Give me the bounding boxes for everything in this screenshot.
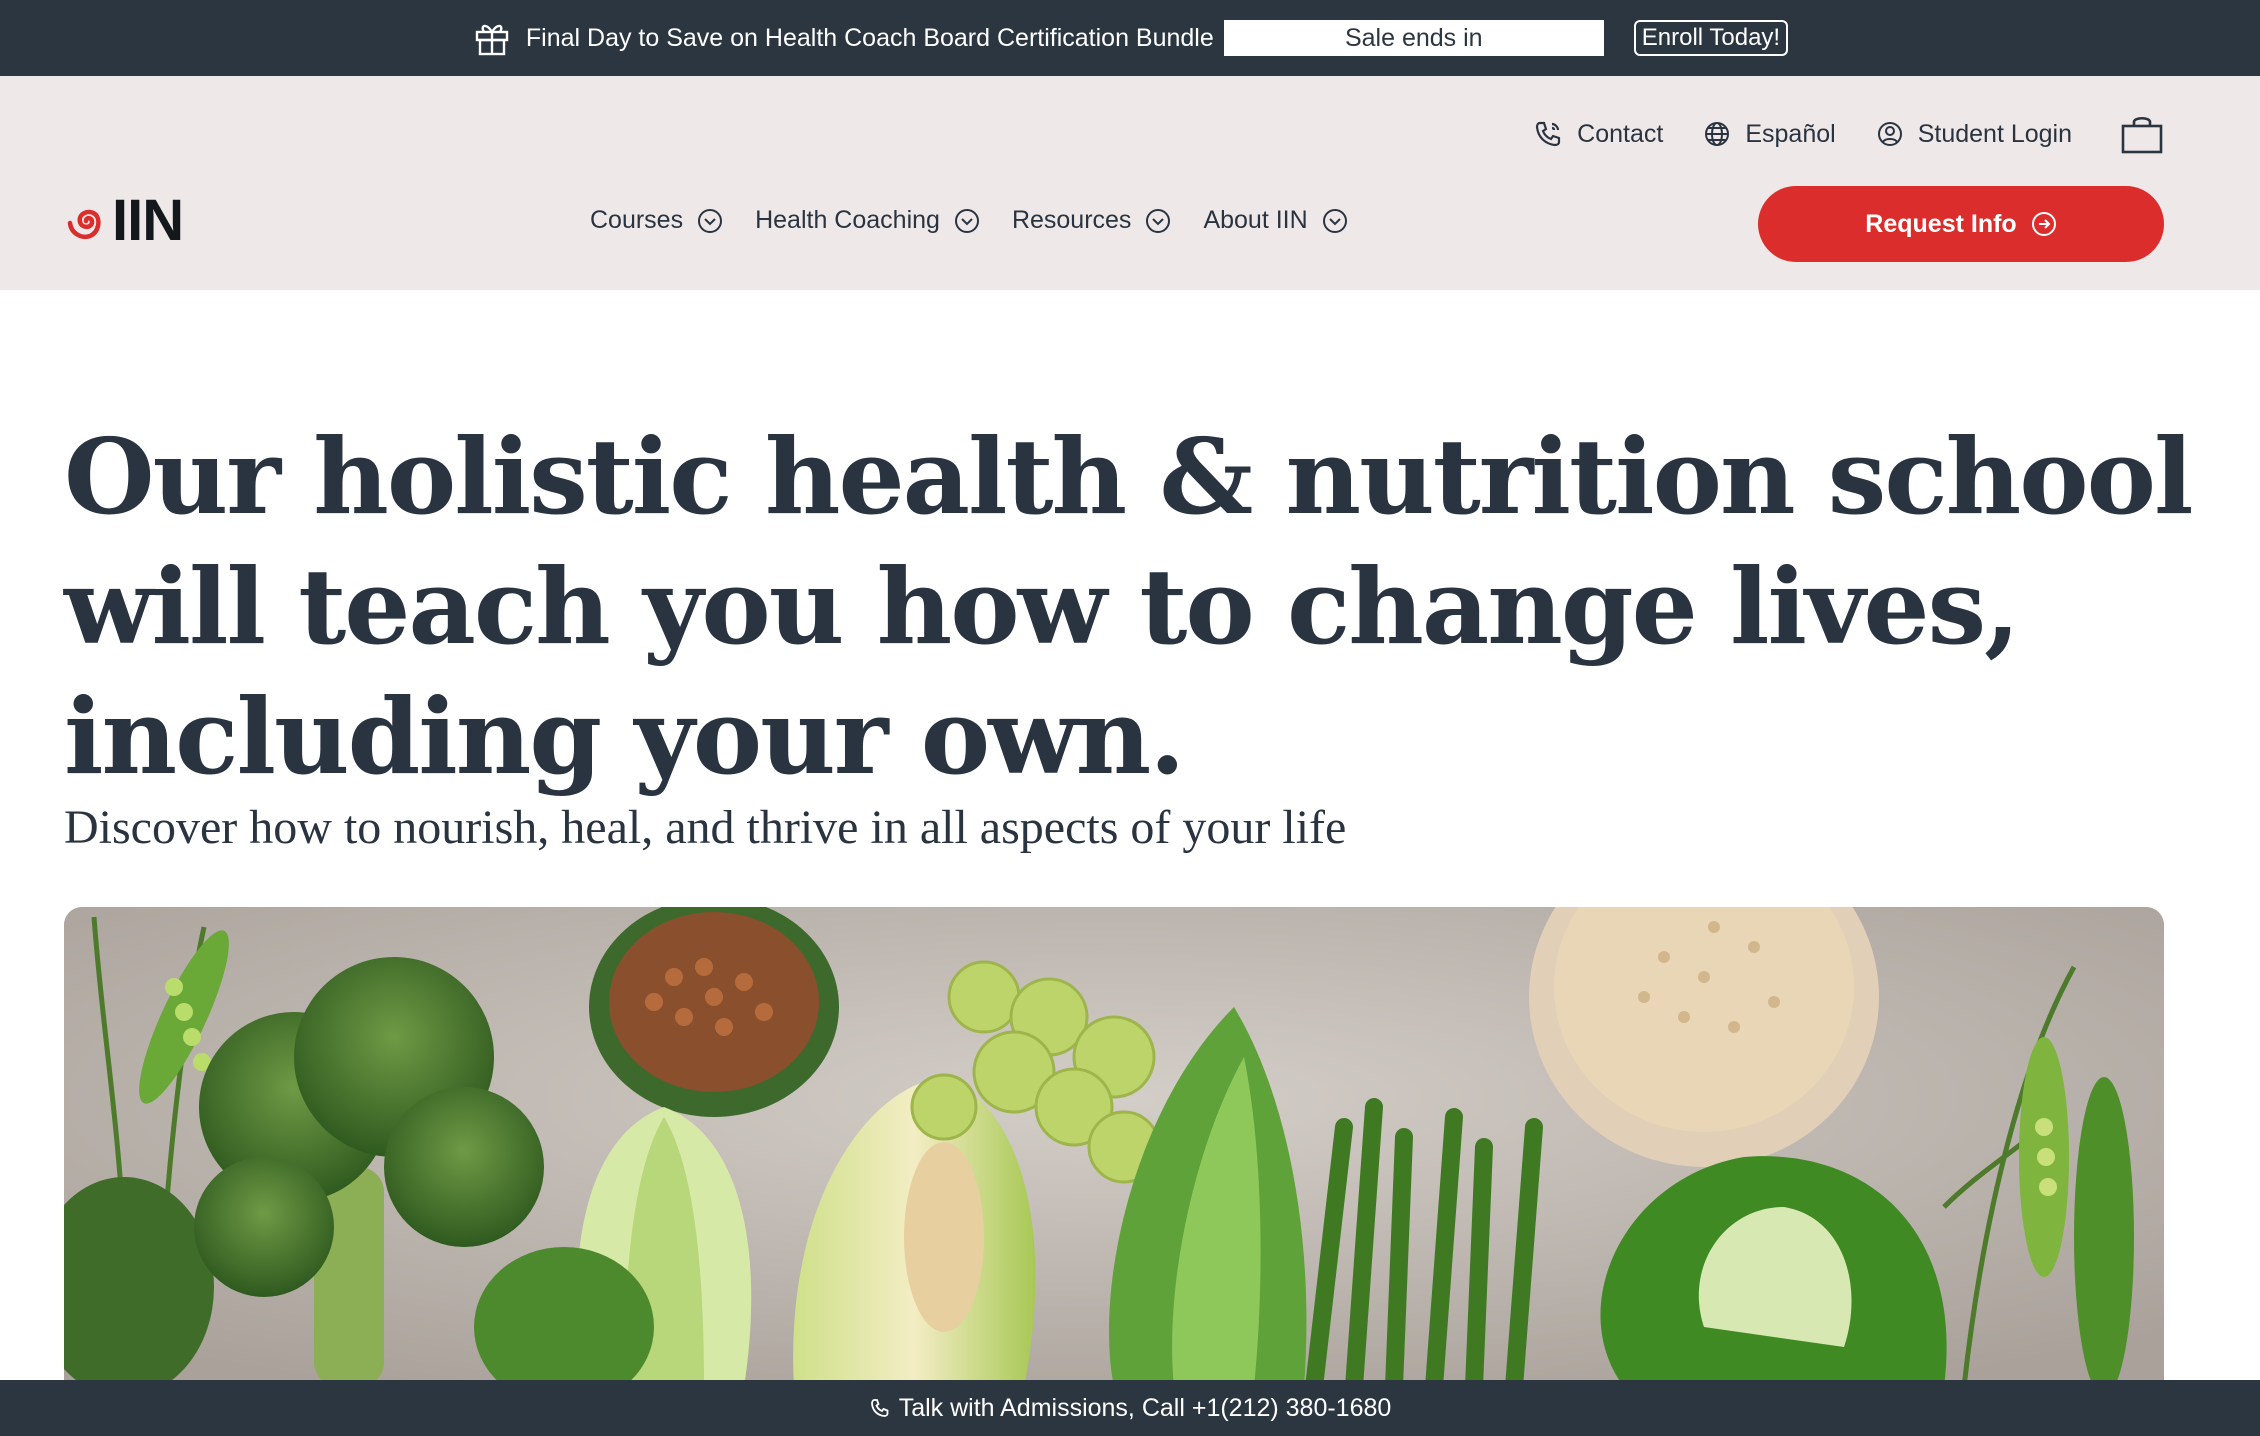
nav-courses[interactable]: Courses xyxy=(590,206,723,235)
hero-headline: Our holistic health & nutrition school w… xyxy=(64,415,2194,798)
main-nav: Courses Health Coaching Resources About … xyxy=(590,206,1380,235)
chevron-down-icon xyxy=(954,208,979,233)
language-label: Español xyxy=(1745,119,1836,148)
iin-logo[interactable]: IIN xyxy=(64,188,184,253)
hero-vegetables-image xyxy=(64,907,2164,1387)
gift-icon xyxy=(472,18,512,58)
nav-health-coaching[interactable]: Health Coaching xyxy=(755,206,980,235)
nav-resources[interactable]: Resources xyxy=(1012,206,1172,235)
phone-icon xyxy=(870,1399,889,1417)
logo-text: IIN xyxy=(112,188,184,253)
nav-about-iin-label: About IIN xyxy=(1203,206,1308,234)
utility-nav: Contact Español Student Login xyxy=(1493,114,2164,154)
student-login-link[interactable]: Student Login xyxy=(1876,120,2072,149)
request-info-button[interactable]: Request Info xyxy=(1758,186,2164,262)
promo-bar: Final Day to Save on Health Coach Board … xyxy=(0,0,2260,88)
globe-icon xyxy=(1705,122,1730,146)
language-link[interactable]: Español xyxy=(1703,119,1836,149)
contact-label: Contact xyxy=(1577,119,1664,148)
site-header: Contact Español Student Login IIN Course… xyxy=(0,76,2260,290)
chevron-down-icon xyxy=(698,208,723,233)
chevron-down-icon xyxy=(1146,208,1171,233)
user-circle-icon xyxy=(1877,122,1902,146)
hero-subheadline: Discover how to nourish, heal, and thriv… xyxy=(64,801,1347,854)
student-login-label: Student Login xyxy=(1917,119,2072,148)
arrow-right-circle-icon xyxy=(2031,212,2056,236)
cart-icon xyxy=(2121,116,2163,154)
nav-about-iin[interactable]: About IIN xyxy=(1203,206,1347,235)
promo-message: Final Day to Save on Health Coach Board … xyxy=(525,23,1214,52)
logo-swirl-icon xyxy=(67,209,101,239)
nav-health-coaching-label: Health Coaching xyxy=(755,206,940,234)
admissions-text: Talk with Admissions, Call +1(212) 380-1… xyxy=(898,1393,1392,1422)
nav-courses-label: Courses xyxy=(590,206,684,234)
sale-timer: Sale ends in 322hrs:53mins:28sec xyxy=(1223,20,1604,88)
contact-link[interactable]: Contact xyxy=(1533,119,1663,149)
admissions-bar[interactable]: Talk with Admissions, Call +1(212) 380-1… xyxy=(0,1380,2260,1436)
enroll-today-button[interactable]: Enroll Today! xyxy=(1633,20,1789,56)
cart-button[interactable] xyxy=(2120,114,2164,154)
nav-resources-label: Resources xyxy=(1011,206,1132,234)
phone-contact-icon xyxy=(1536,121,1561,147)
chevron-down-icon xyxy=(1322,208,1347,233)
request-info-label: Request Info xyxy=(1865,209,2017,238)
